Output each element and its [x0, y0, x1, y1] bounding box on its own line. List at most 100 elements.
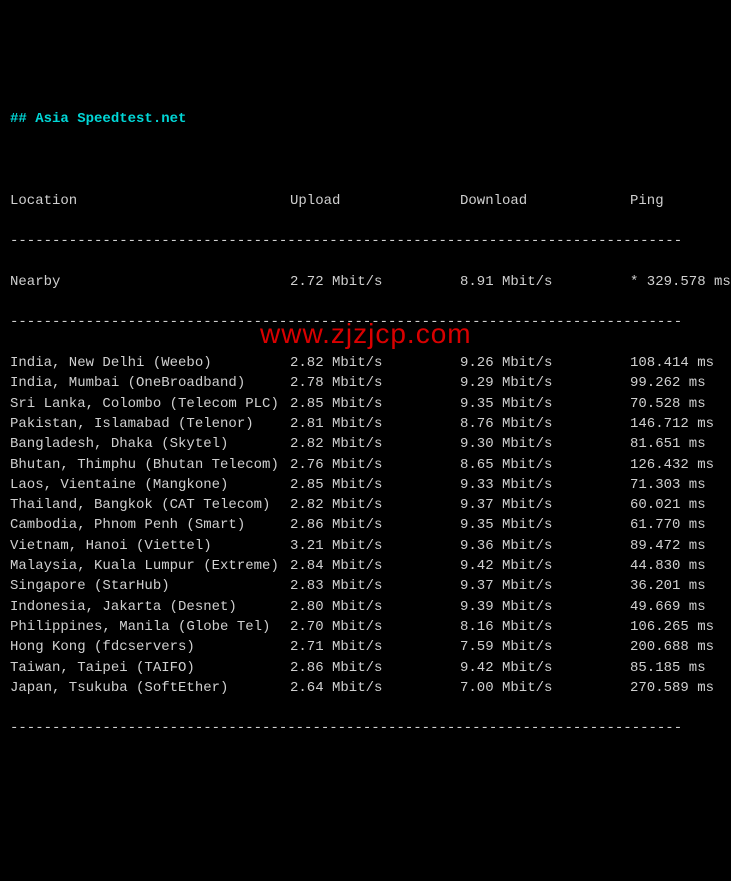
table-row: Bangladesh, Dhaka (Skytel)2.82 Mbit/s9.3… — [10, 434, 721, 454]
cell-download: 9.37 Mbit/s — [460, 495, 630, 515]
cell-download: 8.65 Mbit/s — [460, 455, 630, 475]
nearby-upload: 2.72 Mbit/s — [290, 272, 460, 292]
cell-download: 7.00 Mbit/s — [460, 678, 630, 698]
data-rows: India, New Delhi (Weebo)2.82 Mbit/s9.26 … — [10, 353, 721, 698]
cell-location: Laos, Vientaine (Mangkone) — [10, 475, 290, 495]
cell-upload: 2.80 Mbit/s — [290, 597, 460, 617]
cell-ping: 126.432 ms — [630, 455, 721, 475]
table-row: Bhutan, Thimphu (Bhutan Telecom)2.76 Mbi… — [10, 455, 721, 475]
cell-location: Philippines, Manila (Globe Tel) — [10, 617, 290, 637]
cell-location: Taiwan, Taipei (TAIFO) — [10, 658, 290, 678]
header-location: Location — [10, 191, 290, 211]
cell-download: 9.39 Mbit/s — [460, 597, 630, 617]
cell-upload: 2.82 Mbit/s — [290, 353, 460, 373]
cell-ping: 99.262 ms — [630, 373, 721, 393]
cell-ping: 71.303 ms — [630, 475, 721, 495]
nearby-ping: * 329.578 ms — [630, 272, 731, 292]
table-row: Pakistan, Islamabad (Telenor)2.81 Mbit/s… — [10, 414, 721, 434]
table-row: India, New Delhi (Weebo)2.82 Mbit/s9.26 … — [10, 353, 721, 373]
cell-ping: 36.201 ms — [630, 576, 721, 596]
table-row: Taiwan, Taipei (TAIFO)2.86 Mbit/s9.42 Mb… — [10, 658, 721, 678]
cell-upload: 3.21 Mbit/s — [290, 536, 460, 556]
cell-location: Bangladesh, Dhaka (Skytel) — [10, 434, 290, 454]
cell-download: 9.33 Mbit/s — [460, 475, 630, 495]
header-download: Download — [460, 191, 630, 211]
table-row: Philippines, Manila (Globe Tel)2.70 Mbit… — [10, 617, 721, 637]
cell-upload: 2.84 Mbit/s — [290, 556, 460, 576]
cell-ping: 61.770 ms — [630, 515, 721, 535]
cell-download: 9.35 Mbit/s — [460, 515, 630, 535]
table-row: Sri Lanka, Colombo (Telecom PLC)2.85 Mbi… — [10, 394, 721, 414]
cell-location: Pakistan, Islamabad (Telenor) — [10, 414, 290, 434]
cell-location: Indonesia, Jakarta (Desnet) — [10, 597, 290, 617]
cell-download: 9.42 Mbit/s — [460, 556, 630, 576]
cell-location: Bhutan, Thimphu (Bhutan Telecom) — [10, 455, 290, 475]
table-row: Laos, Vientaine (Mangkone)2.85 Mbit/s9.3… — [10, 475, 721, 495]
cell-upload: 2.83 Mbit/s — [290, 576, 460, 596]
cell-ping: 146.712 ms — [630, 414, 721, 434]
cell-upload: 2.85 Mbit/s — [290, 394, 460, 414]
cell-upload: 2.82 Mbit/s — [290, 434, 460, 454]
header-ping: Ping — [630, 191, 721, 211]
cell-download: 9.30 Mbit/s — [460, 434, 630, 454]
header-upload: Upload — [290, 191, 460, 211]
cell-location: Malaysia, Kuala Lumpur (Extreme) — [10, 556, 290, 576]
cell-location: Sri Lanka, Colombo (Telecom PLC) — [10, 394, 290, 414]
cell-upload: 2.76 Mbit/s — [290, 455, 460, 475]
cell-location: India, New Delhi (Weebo) — [10, 353, 290, 373]
divider-line: ----------------------------------------… — [10, 231, 721, 251]
cell-upload: 2.71 Mbit/s — [290, 637, 460, 657]
cell-location: Hong Kong (fdcservers) — [10, 637, 290, 657]
cell-upload: 2.81 Mbit/s — [290, 414, 460, 434]
cell-location: Singapore (StarHub) — [10, 576, 290, 596]
cell-upload: 2.70 Mbit/s — [290, 617, 460, 637]
cell-ping: 200.688 ms — [630, 637, 721, 657]
table-row: Cambodia, Phnom Penh (Smart)2.86 Mbit/s9… — [10, 515, 721, 535]
table-row: Thailand, Bangkok (CAT Telecom)2.82 Mbit… — [10, 495, 721, 515]
cell-location: Cambodia, Phnom Penh (Smart) — [10, 515, 290, 535]
table-row: Indonesia, Jakarta (Desnet)2.80 Mbit/s9.… — [10, 597, 721, 617]
cell-location: India, Mumbai (OneBroadband) — [10, 373, 290, 393]
table-row: Japan, Tsukuba (SoftEther)2.64 Mbit/s7.0… — [10, 678, 721, 698]
cell-location: Vietnam, Hanoi (Viettel) — [10, 536, 290, 556]
cell-upload: 2.64 Mbit/s — [290, 678, 460, 698]
nearby-download: 8.91 Mbit/s — [460, 272, 630, 292]
cell-upload: 2.82 Mbit/s — [290, 495, 460, 515]
section-title: ## Asia Speedtest.net — [10, 109, 721, 129]
cell-download: 9.42 Mbit/s — [460, 658, 630, 678]
cell-ping: 49.669 ms — [630, 597, 721, 617]
table-row: Vietnam, Hanoi (Viettel)3.21 Mbit/s9.36 … — [10, 536, 721, 556]
blank-line — [10, 150, 721, 170]
cell-download: 8.76 Mbit/s — [460, 414, 630, 434]
table-header-row: LocationUploadDownloadPing — [10, 191, 721, 211]
table-row: Singapore (StarHub)2.83 Mbit/s9.37 Mbit/… — [10, 576, 721, 596]
cell-ping: 44.830 ms — [630, 556, 721, 576]
terminal-output: ## Asia Speedtest.net LocationUploadDown… — [10, 89, 721, 779]
cell-ping: 70.528 ms — [630, 394, 721, 414]
cell-ping: 270.589 ms — [630, 678, 721, 698]
cell-ping: 81.651 ms — [630, 434, 721, 454]
divider-line: ----------------------------------------… — [10, 718, 721, 738]
divider-line: ----------------------------------------… — [10, 312, 721, 332]
cell-download: 9.36 Mbit/s — [460, 536, 630, 556]
cell-ping: 106.265 ms — [630, 617, 721, 637]
cell-upload: 2.78 Mbit/s — [290, 373, 460, 393]
cell-ping: 60.021 ms — [630, 495, 721, 515]
cell-download: 9.26 Mbit/s — [460, 353, 630, 373]
cell-ping: 108.414 ms — [630, 353, 721, 373]
cell-download: 7.59 Mbit/s — [460, 637, 630, 657]
table-row: Malaysia, Kuala Lumpur (Extreme)2.84 Mbi… — [10, 556, 721, 576]
table-row: Hong Kong (fdcservers)2.71 Mbit/s7.59 Mb… — [10, 637, 721, 657]
cell-download: 8.16 Mbit/s — [460, 617, 630, 637]
cell-download: 9.29 Mbit/s — [460, 373, 630, 393]
nearby-location: Nearby — [10, 272, 290, 292]
cell-location: Thailand, Bangkok (CAT Telecom) — [10, 495, 290, 515]
cell-upload: 2.85 Mbit/s — [290, 475, 460, 495]
cell-download: 9.35 Mbit/s — [460, 394, 630, 414]
table-row: India, Mumbai (OneBroadband)2.78 Mbit/s9… — [10, 373, 721, 393]
nearby-row: Nearby2.72 Mbit/s8.91 Mbit/s* 329.578 ms — [10, 272, 721, 292]
cell-location: Japan, Tsukuba (SoftEther) — [10, 678, 290, 698]
cell-download: 9.37 Mbit/s — [460, 576, 630, 596]
cell-ping: 89.472 ms — [630, 536, 721, 556]
cell-ping: 85.185 ms — [630, 658, 721, 678]
